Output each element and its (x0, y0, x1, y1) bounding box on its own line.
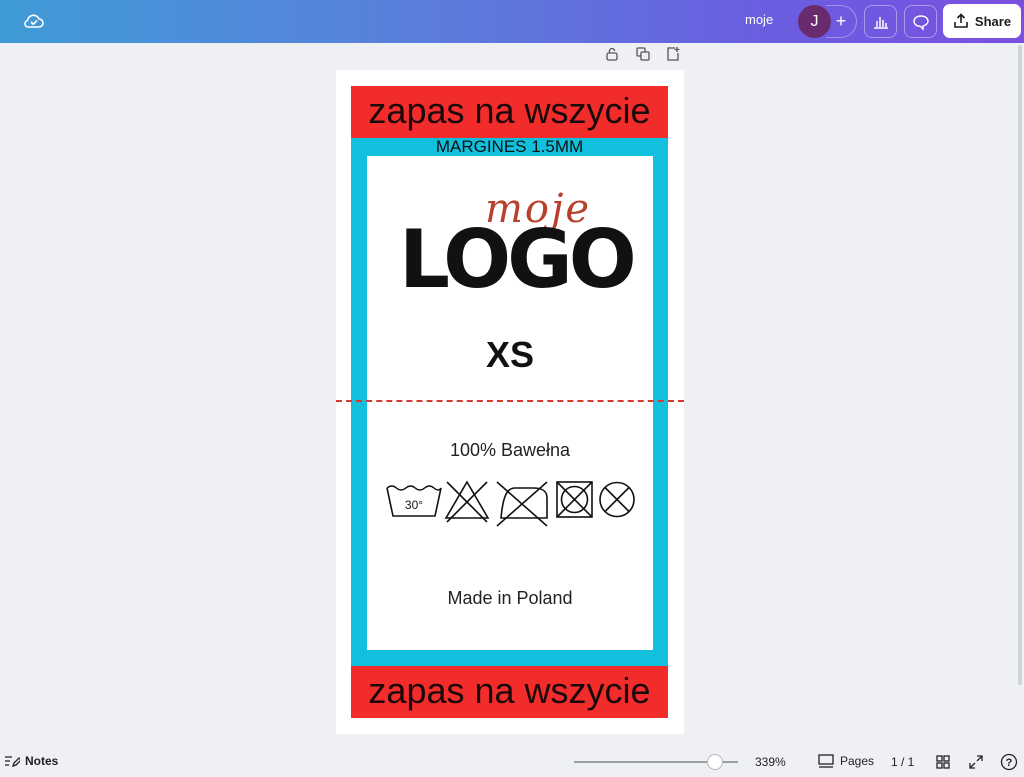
duplicate-icon[interactable] (635, 46, 651, 62)
zoom-slider-handle[interactable] (707, 754, 724, 770)
label-content-area[interactable]: moje LOGO XS 100% Bawełna 30° Made in Po… (367, 156, 653, 650)
document-title[interactable]: moje (745, 12, 773, 27)
fullscreen-icon[interactable] (967, 753, 985, 771)
lock-icon[interactable] (604, 46, 620, 62)
comment-icon (912, 14, 929, 31)
zoom-level[interactable]: 339% (755, 755, 786, 769)
wash-30-icon: 30° (386, 485, 442, 517)
no-iron-icon (496, 481, 548, 527)
pages-icon (818, 754, 834, 768)
top-toolbar: moje + J Share (0, 0, 1024, 43)
top-seam-band[interactable]: zapas na wszycie (351, 86, 668, 138)
help-label: ? (1006, 757, 1013, 769)
add-page-icon[interactable] (665, 46, 681, 62)
size-label[interactable]: XS (367, 334, 653, 376)
share-label: Share (974, 13, 1012, 29)
insights-button[interactable] (864, 5, 897, 38)
fold-guide-line (336, 400, 684, 402)
pages-label: Pages (840, 754, 875, 768)
vertical-scrollbar[interactable] (1018, 45, 1022, 685)
grid-view-icon[interactable] (934, 753, 952, 771)
share-button[interactable]: Share (943, 4, 1021, 38)
notes-icon (5, 756, 20, 768)
avatar[interactable]: J (798, 5, 831, 38)
no-bleach-icon (444, 480, 490, 523)
care-symbols[interactable]: 30° (385, 478, 637, 528)
notes-button[interactable]: Notes (4, 754, 58, 768)
margin-frame[interactable]: MARGINES 1.5MM moje LOGO XS 100% Bawełna… (351, 138, 668, 666)
pages-button[interactable]: Pages (818, 754, 874, 768)
notes-label: Notes (25, 754, 59, 768)
no-dry-clean-icon (599, 481, 635, 518)
insights-icon (873, 16, 888, 29)
design-page[interactable]: zapas na wszycie MARGINES 1.5MM moje LOG… (336, 70, 684, 734)
logo-text[interactable]: LOGO (399, 220, 637, 300)
zoom-slider[interactable] (574, 754, 738, 770)
cloud-check-icon[interactable] (22, 10, 46, 32)
material-label[interactable]: 100% Bawełna (367, 440, 653, 461)
help-button[interactable]: ? (1000, 753, 1018, 771)
wash-temp-text: 30° (405, 498, 423, 512)
share-upload-icon (954, 13, 968, 28)
no-tumble-dry-icon (556, 481, 593, 518)
bottom-toolbar: Notes 339% Pages 1 / 1 ? (0, 748, 1024, 777)
made-in-label[interactable]: Made in Poland (367, 588, 653, 609)
margin-note[interactable]: MARGINES 1.5MM (351, 138, 668, 156)
page-count: 1 / 1 (891, 755, 915, 769)
comments-button[interactable] (904, 5, 937, 38)
bottom-seam-band[interactable]: zapas na wszycie (351, 666, 668, 718)
